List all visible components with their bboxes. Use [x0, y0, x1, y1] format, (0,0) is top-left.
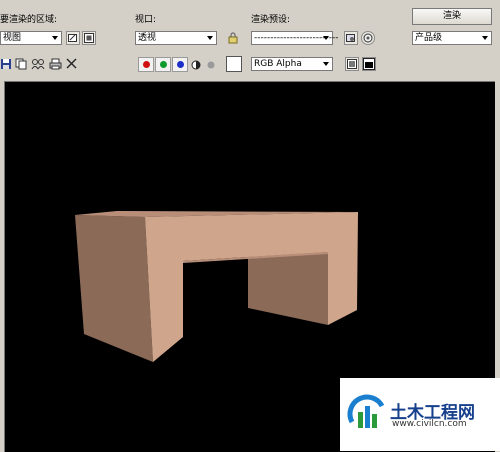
- print-image-button[interactable]: [49, 58, 62, 73]
- auto-region-icon: [84, 33, 94, 43]
- alpha-channel-toggle[interactable]: [191, 60, 201, 73]
- green-dot-icon: [160, 61, 167, 68]
- render-preset-label: 渲染预设:: [251, 15, 291, 25]
- lock-viewport-button[interactable]: [226, 31, 240, 45]
- edit-region-icon: [68, 34, 77, 42]
- close-icon: [66, 58, 77, 69]
- render-area-value: 视图: [3, 33, 22, 43]
- render-preset-dropdown[interactable]: --------------------------: [251, 31, 338, 45]
- watermark-logo-icon: [347, 394, 385, 428]
- clone-frame-button[interactable]: [31, 58, 45, 73]
- save-icon: [1, 59, 11, 69]
- quality-dropdown[interactable]: 产品级: [412, 31, 492, 45]
- box-left-face: [75, 215, 153, 362]
- gray-dot-icon: [207, 61, 215, 69]
- viewport-dropdown[interactable]: 透视: [135, 31, 217, 45]
- display-channel-dropdown[interactable]: RGB Alpha: [251, 57, 333, 71]
- clone-icon: [31, 59, 45, 70]
- toggle-ui-overlay-button[interactable]: [345, 57, 359, 71]
- green-channel-toggle[interactable]: [155, 57, 171, 72]
- render-setup-button[interactable]: [344, 31, 358, 45]
- lock-icon: [228, 32, 238, 44]
- red-channel-toggle[interactable]: [138, 57, 154, 72]
- back-leg-face: [248, 252, 328, 325]
- render-area-dropdown[interactable]: 视图: [0, 31, 62, 45]
- render-button[interactable]: 渲染: [412, 8, 492, 25]
- mono-toggle[interactable]: [207, 61, 215, 72]
- chevron-down-icon: [323, 36, 329, 40]
- copy-icon: [15, 58, 27, 70]
- render-setup-icon: [346, 34, 355, 42]
- chevron-down-icon: [207, 36, 213, 40]
- copy-image-button[interactable]: [15, 58, 27, 73]
- red-dot-icon: [143, 61, 150, 68]
- edit-region-button[interactable]: [66, 31, 80, 45]
- watermark-url: www.civilcn.com: [392, 419, 467, 429]
- environment-button[interactable]: [361, 31, 375, 45]
- chevron-down-icon: [52, 36, 58, 40]
- environment-icon: [363, 33, 373, 43]
- blue-channel-toggle[interactable]: [172, 57, 188, 72]
- toggle-ui-button[interactable]: [362, 57, 376, 71]
- background-color-swatch[interactable]: [226, 56, 242, 72]
- panel-icon: [364, 59, 374, 69]
- chevron-down-icon: [482, 36, 488, 40]
- viewport-value: 透视: [138, 33, 157, 43]
- printer-icon: [49, 58, 62, 70]
- clear-image-button[interactable]: [66, 58, 77, 72]
- save-image-button[interactable]: [0, 58, 12, 73]
- render-area-label: 要渲染的区域:: [0, 15, 58, 25]
- quality-value: 产品级: [415, 33, 443, 43]
- display-channel-value: RGB Alpha: [254, 59, 302, 69]
- window-icon: [347, 59, 357, 69]
- blue-dot-icon: [177, 61, 184, 68]
- auto-region-button[interactable]: [82, 31, 96, 45]
- watermark: 土木工程网 www.civilcn.com: [340, 378, 500, 451]
- chevron-down-icon: [323, 62, 329, 66]
- viewport-label: 视口:: [135, 15, 157, 25]
- half-circle-icon: [191, 60, 201, 70]
